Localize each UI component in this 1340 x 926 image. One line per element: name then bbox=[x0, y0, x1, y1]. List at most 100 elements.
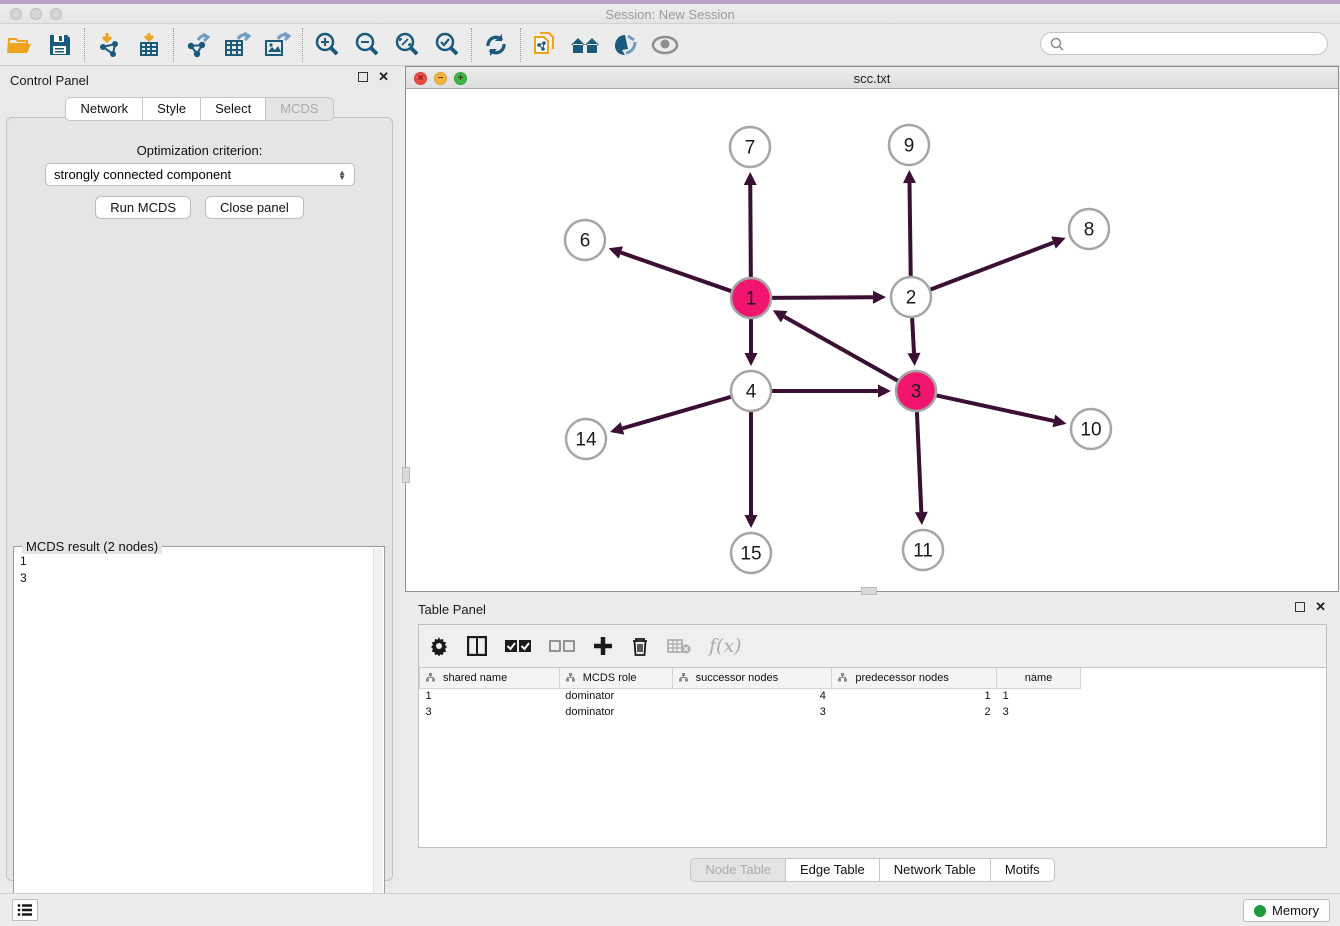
search-icon bbox=[1049, 36, 1065, 52]
graph-edge-2-9[interactable] bbox=[910, 183, 911, 276]
control-tab-select[interactable]: Select bbox=[200, 97, 265, 121]
selected-option-label: strongly connected component bbox=[54, 167, 231, 182]
table-tab-node-table[interactable]: Node Table bbox=[690, 858, 785, 882]
column-header-label: successor nodes bbox=[696, 672, 779, 684]
folder-open-icon bbox=[7, 34, 33, 56]
column-header[interactable]: predecessor nodes bbox=[832, 668, 997, 688]
import-table-button[interactable] bbox=[129, 27, 169, 63]
import-network-icon bbox=[97, 32, 121, 58]
optimization-criterion-label: Optimization criterion: bbox=[7, 143, 392, 158]
export-image-button[interactable] bbox=[258, 27, 298, 63]
graph-edge-2-3[interactable] bbox=[912, 318, 914, 353]
graph-edge-2-8[interactable] bbox=[931, 243, 1054, 290]
delete-column-icon[interactable] bbox=[631, 636, 649, 656]
first-neighbors-icon bbox=[570, 34, 600, 56]
column-layout-icon[interactable] bbox=[467, 636, 487, 656]
table-panel: Table Panel ✕ f(x) shared nameMCDS roles… bbox=[405, 595, 1340, 888]
zoom-selected-button[interactable] bbox=[427, 27, 467, 63]
close-panel-icon[interactable]: ✕ bbox=[1315, 602, 1326, 612]
float-panel-icon[interactable] bbox=[358, 72, 368, 82]
run-mcds-button[interactable]: Run MCDS bbox=[95, 196, 191, 219]
search-input[interactable] bbox=[1065, 37, 1327, 51]
network-title: scc.txt bbox=[406, 71, 1338, 86]
column-header[interactable]: shared name bbox=[420, 668, 560, 688]
zoom-out-icon bbox=[354, 32, 380, 58]
column-tree-icon bbox=[838, 673, 847, 682]
export-table-button[interactable] bbox=[218, 27, 258, 63]
zoom-selected-icon bbox=[434, 32, 460, 58]
control-panel-tabs: NetworkStyleSelectMCDS bbox=[0, 97, 399, 121]
select-all-icon[interactable] bbox=[505, 639, 531, 653]
export-table-icon bbox=[224, 32, 252, 58]
copy-network-button[interactable] bbox=[525, 27, 565, 63]
eye-icon bbox=[651, 35, 679, 55]
column-header[interactable]: MCDS role bbox=[559, 668, 672, 688]
graph-edge-arrowhead bbox=[745, 515, 758, 528]
graph-edge-1-7[interactable] bbox=[750, 185, 751, 277]
graph-node-label: 1 bbox=[746, 289, 757, 310]
export-image-icon bbox=[264, 32, 292, 58]
save-icon bbox=[49, 34, 71, 56]
first-neighbors-button[interactable] bbox=[565, 27, 605, 63]
console-button[interactable] bbox=[12, 899, 38, 921]
import-table-icon bbox=[137, 32, 161, 58]
app-titlebar: Session: New Session bbox=[0, 4, 1340, 24]
table-tab-network-table[interactable]: Network Table bbox=[879, 858, 990, 882]
table-tab-edge-table[interactable]: Edge Table bbox=[785, 858, 879, 882]
graph-edge-4-14[interactable] bbox=[622, 397, 730, 429]
memory-button[interactable]: Memory bbox=[1243, 899, 1330, 922]
graph-edge-1-6[interactable] bbox=[621, 253, 731, 292]
graph-edge-arrowhead bbox=[610, 422, 624, 434]
export-network-button[interactable] bbox=[178, 27, 218, 63]
graph-node-label: 7 bbox=[745, 138, 756, 159]
table-row[interactable]: 1dominator411 bbox=[420, 688, 1081, 704]
zoom-fit-button[interactable] bbox=[387, 27, 427, 63]
settings-gear-icon[interactable] bbox=[429, 636, 449, 656]
paint-button[interactable] bbox=[605, 27, 645, 63]
column-tree-icon bbox=[679, 673, 688, 682]
graph-edge-3-11[interactable] bbox=[917, 412, 921, 512]
column-header[interactable]: successor nodes bbox=[672, 668, 832, 688]
close-panel-button[interactable]: Close panel bbox=[205, 196, 304, 219]
search-box[interactable] bbox=[1040, 32, 1328, 55]
import-network-button[interactable] bbox=[89, 27, 129, 63]
graph-edge-arrowhead bbox=[878, 385, 891, 398]
zoom-in-button[interactable] bbox=[307, 27, 347, 63]
control-tab-mcds[interactable]: MCDS bbox=[265, 97, 333, 121]
graph-edge-3-10[interactable] bbox=[937, 395, 1054, 420]
column-header-label: MCDS role bbox=[583, 672, 637, 684]
toolbar-separator bbox=[302, 28, 303, 62]
graph-edge-3-1[interactable] bbox=[784, 317, 898, 381]
mcds-result-title: MCDS result (2 nodes) bbox=[22, 539, 162, 554]
add-column-icon[interactable] bbox=[593, 636, 613, 656]
table-cell: 4 bbox=[672, 688, 832, 704]
table-row[interactable]: 3dominator323 bbox=[420, 704, 1081, 720]
table-tab-motifs[interactable]: Motifs bbox=[990, 858, 1055, 882]
table-cell: 3 bbox=[420, 704, 560, 720]
scrollbar[interactable] bbox=[373, 548, 383, 920]
float-panel-icon[interactable] bbox=[1295, 602, 1305, 612]
column-header[interactable]: name bbox=[997, 668, 1081, 688]
control-tab-network[interactable]: Network bbox=[65, 97, 142, 121]
column-header-label: predecessor nodes bbox=[855, 672, 949, 684]
table-tabs: Node TableEdge TableNetwork TableMotifs bbox=[405, 858, 1340, 882]
control-tab-style[interactable]: Style bbox=[142, 97, 200, 121]
graph-edge-1-2[interactable] bbox=[772, 297, 873, 298]
close-panel-icon[interactable]: ✕ bbox=[378, 72, 389, 82]
open-session-button[interactable] bbox=[0, 27, 40, 63]
mcds-result-list: 1 3 bbox=[20, 553, 27, 587]
layout-refresh-button[interactable] bbox=[476, 27, 516, 63]
splitter-grip-vertical[interactable] bbox=[402, 467, 410, 483]
optimization-criterion-select[interactable]: strongly connected component ▲▼ bbox=[45, 163, 355, 186]
deselect-all-icon[interactable] bbox=[549, 639, 575, 653]
table-toolbar: f(x) bbox=[419, 625, 1326, 668]
save-session-button[interactable] bbox=[40, 27, 80, 63]
network-canvas[interactable]: 7968124314101511 bbox=[406, 89, 1338, 591]
zoom-out-button[interactable] bbox=[347, 27, 387, 63]
task-list-icon bbox=[17, 903, 33, 917]
control-panel: Control Panel ✕ NetworkStyleSelectMCDS O… bbox=[0, 66, 399, 888]
control-panel-title: Control Panel bbox=[10, 73, 89, 88]
window-title: Session: New Session bbox=[0, 7, 1340, 22]
splitter-grip-horizontal[interactable] bbox=[861, 587, 877, 595]
eye-button[interactable] bbox=[645, 27, 685, 63]
